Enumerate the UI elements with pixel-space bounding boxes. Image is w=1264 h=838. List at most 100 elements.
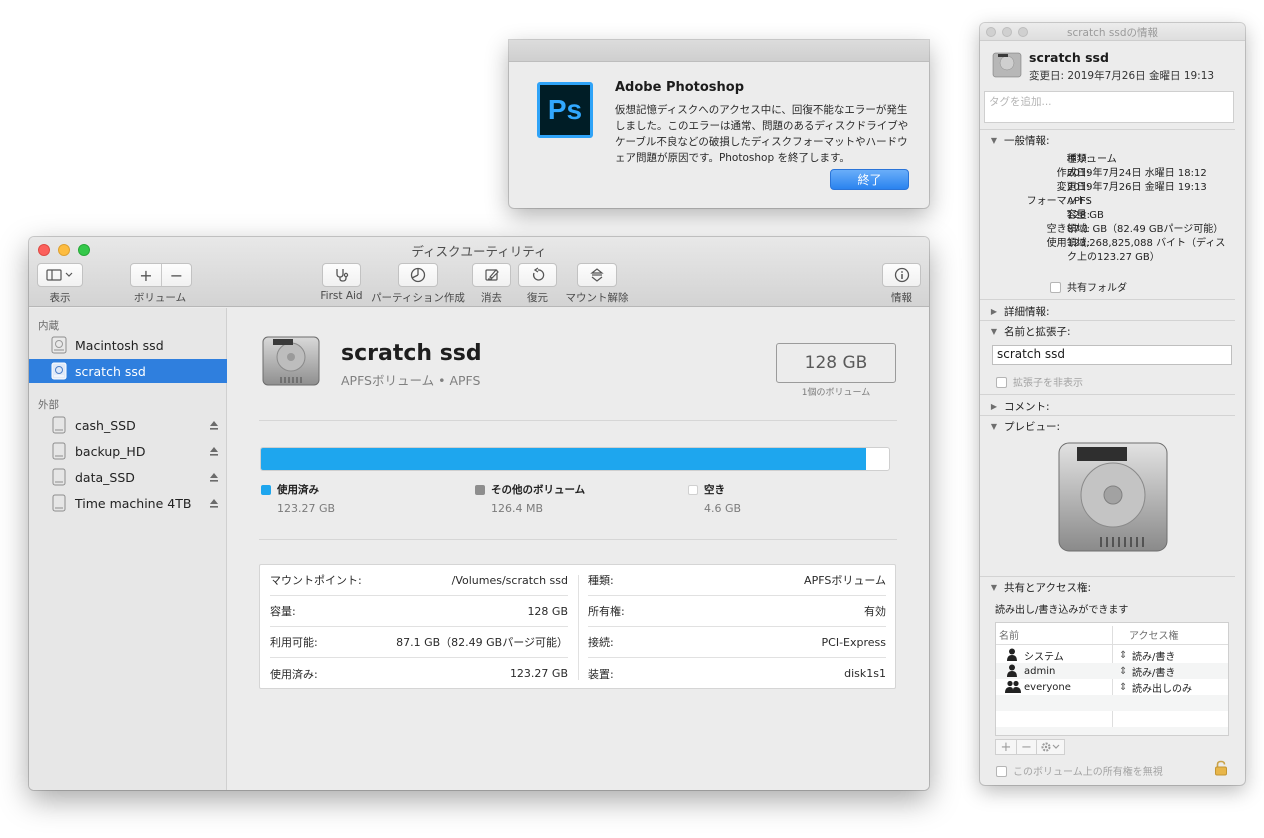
hide-extension-checkbox[interactable]: 拡張子を非表示 — [996, 374, 1083, 389]
other-swatch — [475, 484, 485, 495]
checkbox-icon — [996, 377, 1007, 388]
divider — [259, 539, 897, 540]
info-row: 接続: PCI-Express — [588, 627, 886, 658]
hard-disk-icon — [262, 336, 320, 386]
eject-icon[interactable] — [209, 471, 219, 483]
sidebar-item-label: Time machine 4TB — [75, 495, 192, 511]
volume-count: 1個のボリューム — [801, 388, 871, 398]
alert-titlebar — [509, 40, 929, 62]
section-sharing-permissions[interactable]: ▼ 共有とアクセス権: — [980, 580, 1235, 595]
first-aid-button[interactable] — [322, 263, 361, 287]
close-window-button[interactable] — [986, 27, 996, 37]
get-info-title: scratch ssdの情報 — [1067, 27, 1158, 39]
divider — [980, 576, 1235, 577]
unmount-icon — [590, 268, 604, 282]
disclosure-open-icon: ▼ — [990, 422, 998, 431]
item-name: scratch ssd — [1029, 50, 1109, 65]
add-user-button[interactable]: + — [996, 740, 1016, 755]
volume-label: ボリューム — [133, 292, 187, 304]
ignore-ownership-checkbox[interactable]: このボリューム上の所有権を無視 — [996, 763, 1163, 778]
legend-other-value: 126.4 MB — [491, 502, 544, 515]
usage-bar-used — [261, 448, 866, 470]
toolbar: ディスクユーティリティ 表示 + − ボリューム First Aid パーティシ… — [29, 237, 929, 307]
column-header-access[interactable]: アクセス権 — [1129, 623, 1179, 645]
permissions-controls: + − — [995, 739, 1065, 755]
capacity-box: 128 GB — [776, 343, 896, 383]
window-title: ディスクユーティリティ — [411, 244, 547, 259]
legend-used-value: 123.27 GB — [277, 502, 336, 515]
add-volume-button[interactable]: + — [131, 264, 161, 286]
quit-button[interactable]: 終了 — [830, 169, 909, 190]
sidebar-item-cash-ssd[interactable]: cash_SSD — [29, 413, 227, 437]
info-button[interactable] — [882, 263, 921, 287]
disclosure-closed-icon: ▶ — [990, 402, 998, 411]
gear-icon — [1041, 742, 1059, 752]
divider — [980, 129, 1235, 130]
section-comments[interactable]: ▶ コメント: — [980, 399, 1235, 414]
sidebar-item-label: Macintosh ssd — [75, 337, 164, 353]
sidebar-item-scratch-ssd[interactable]: scratch ssd — [29, 359, 227, 383]
disclosure-open-icon: ▼ — [990, 327, 998, 336]
view-button[interactable] — [37, 263, 83, 287]
sidebar-item-backup-hd[interactable]: backup_HD — [29, 439, 227, 463]
remove-volume-button[interactable]: − — [161, 264, 191, 286]
permission-row[interactable]: everyone ⇕ 読み出しのみ — [996, 679, 1228, 696]
divider — [980, 394, 1235, 395]
sidebar-icon — [46, 269, 73, 281]
eject-icon[interactable] — [209, 419, 219, 431]
group-icon — [1005, 680, 1021, 696]
lock-icon[interactable] — [1214, 760, 1228, 776]
checkbox-icon — [996, 766, 1007, 777]
view-label: 表示 — [49, 292, 71, 304]
section-general[interactable]: ▼ 一般情報: — [980, 133, 1235, 148]
volume-name: scratch ssd — [341, 341, 482, 366]
external-section-header: 外部 — [38, 399, 59, 411]
eject-icon[interactable] — [209, 497, 219, 509]
updown-chevron-icon: ⇕ — [1119, 681, 1128, 693]
info-row: 利用可能: 87.1 GB（82.49 GBパージ可能） — [270, 627, 568, 658]
restore-icon — [532, 267, 544, 281]
sidebar-item-macintosh-ssd[interactable]: Macintosh ssd — [29, 333, 227, 357]
section-name-extension[interactable]: ▼ 名前と拡張子: — [980, 324, 1235, 339]
column-divider — [578, 575, 579, 680]
zoom-window-button[interactable] — [1018, 27, 1028, 37]
first-aid-label: First Aid — [320, 290, 363, 302]
get-info-panel: scratch ssdの情報 scratch ssd 変更日: 2019年7月2… — [980, 23, 1245, 785]
erase-icon — [484, 269, 499, 281]
alert-message: 仮想記憶ディスクへのアクセス中に、回復不能なエラーが発生しました。このエラーは通… — [615, 104, 909, 164]
remove-user-button[interactable]: − — [1016, 740, 1036, 755]
unmount-button[interactable] — [577, 263, 617, 287]
restore-button[interactable] — [518, 263, 557, 287]
sidebar: 内蔵 Macintosh ssd scratch ssd 外部 cash_SSD… — [29, 308, 227, 790]
internal-disk-icon — [51, 336, 67, 354]
hard-disk-preview-icon — [1058, 442, 1168, 552]
sidebar-item-data-ssd[interactable]: data_SSD — [29, 465, 227, 489]
column-header-name[interactable]: 名前 — [999, 623, 1019, 645]
tags-field[interactable]: タグを追加... — [984, 91, 1234, 123]
info-row: 装置: disk1s1 — [588, 667, 886, 681]
name-field[interactable]: scratch ssd — [992, 345, 1232, 365]
permission-row[interactable]: admin ⇕ 読み/書き — [996, 663, 1228, 679]
section-preview[interactable]: ▼ プレビュー: — [980, 419, 1235, 434]
alert-title: Adobe Photoshop — [615, 80, 745, 95]
partition-button[interactable] — [398, 263, 438, 287]
shared-folder-checkbox[interactable]: 共有フォルダ — [1050, 279, 1127, 294]
legend-free-value: 4.6 GB — [704, 502, 742, 515]
gear-menu-button[interactable] — [1036, 740, 1064, 754]
permission-row[interactable]: システム ⇕ 読み/書き — [996, 647, 1228, 663]
sidebar-item-time-machine[interactable]: Time machine 4TB — [29, 491, 227, 515]
erase-button[interactable] — [472, 263, 511, 287]
sidebar-item-label: cash_SSD — [75, 417, 136, 433]
erase-label: 消去 — [481, 292, 502, 304]
sidebar-item-label: data_SSD — [75, 469, 135, 485]
empty-row — [996, 695, 1228, 711]
volume-info-table: マウントポイント:/Volumes/scratch ssd 容量: 128 GB … — [259, 564, 896, 689]
eject-icon[interactable] — [209, 445, 219, 457]
info-label: 情報 — [891, 292, 912, 304]
section-more-info[interactable]: ▶ 詳細情報: — [980, 304, 1235, 319]
photoshop-app-icon: Ps — [537, 82, 593, 138]
sidebar-item-label: backup_HD — [75, 443, 146, 459]
minimize-window-button[interactable] — [1002, 27, 1012, 37]
disclosure-open-icon: ▼ — [990, 583, 998, 592]
usage-bar — [260, 447, 890, 471]
